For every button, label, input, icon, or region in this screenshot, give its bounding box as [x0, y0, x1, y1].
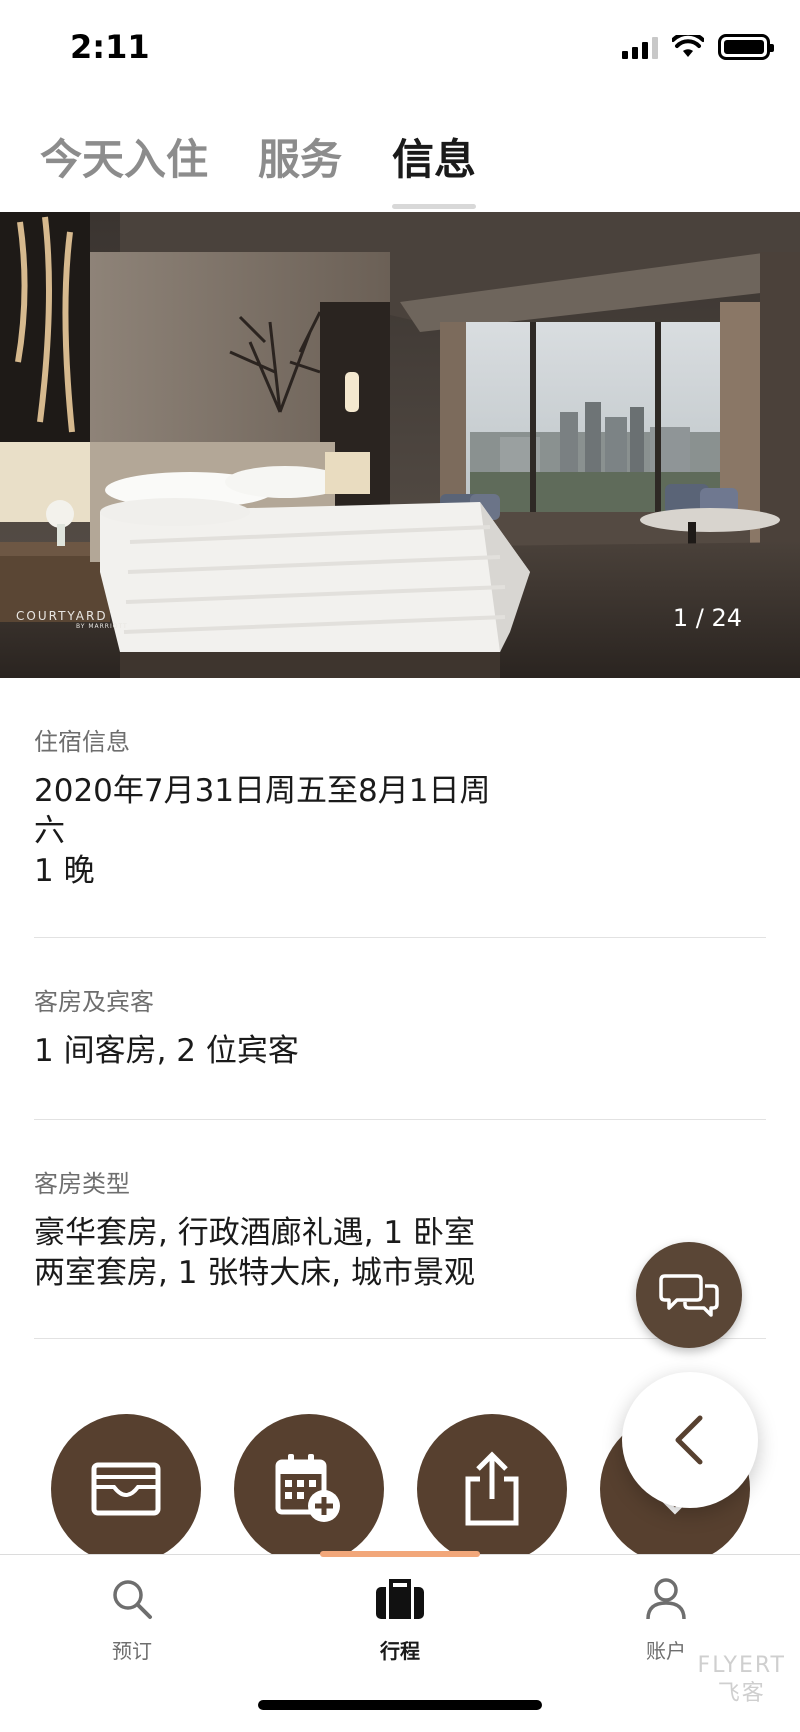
status-bar: 2:11: [0, 0, 800, 100]
stay-dates-line2: 六: [34, 813, 65, 849]
tab-check-in-today[interactable]: 今天入住: [40, 126, 208, 201]
rooms-guests-label: 客房及宾客: [34, 988, 154, 1016]
calendar-add-icon: [275, 1454, 340, 1522]
chat-bubbles-icon: [659, 1274, 719, 1317]
share-icon: [465, 1451, 519, 1526]
stay-dates-line1: 2020年7月31日周五至8月1日周: [34, 773, 491, 809]
search-icon: [113, 1580, 152, 1619]
battery-icon: [718, 34, 774, 60]
nights-count: 1 晚: [34, 853, 95, 889]
status-time: 2:11: [70, 28, 150, 66]
nav-item-account[interactable]: 账户: [606, 1577, 726, 1664]
collapse-button[interactable]: [622, 1372, 758, 1508]
divider: [34, 1119, 766, 1120]
tab-services[interactable]: 服务: [258, 126, 342, 201]
tab-info[interactable]: 信息: [392, 126, 477, 209]
wallet-button[interactable]: [51, 1414, 201, 1564]
nav-label-itinerary: 行程: [380, 1639, 420, 1663]
top-tabs: 今天入住 服务 信息: [40, 126, 477, 209]
nav-item-itinerary[interactable]: 行程: [340, 1577, 460, 1664]
status-icons: [622, 34, 774, 60]
nav-label-booking: 预订: [112, 1639, 152, 1663]
rooms-guests-section: 客房及宾客 1 间客房, 2 位宾客: [34, 982, 766, 1071]
wallet-icon: [91, 1462, 161, 1516]
room-photo-carousel[interactable]: COURTYARD BY MARRIOTT 1 / 24: [0, 212, 800, 678]
stay-dates: 2020年7月31日周五至8月1日周 六 1 晚: [34, 771, 766, 891]
hotel-brand-logo: COURTYARD BY MARRIOTT: [16, 609, 128, 630]
person-icon: [646, 1578, 686, 1620]
stay-info-label: 住宿信息: [34, 728, 130, 756]
cellular-signal-icon: [622, 35, 658, 59]
nav-item-booking[interactable]: 预订: [72, 1577, 192, 1664]
share-button[interactable]: [417, 1414, 567, 1564]
wifi-icon: [672, 35, 704, 57]
stay-info-section: 住宿信息 2020年7月31日周五至8月1日周 六 1 晚: [34, 722, 766, 891]
rooms-guests-value: 1 间客房, 2 位宾客: [34, 1033, 299, 1069]
watermark: FLYERT 飞客: [697, 1653, 786, 1706]
room-type-label: 客房类型: [34, 1170, 130, 1198]
room-type-line1: 豪华套房, 行政酒廊礼遇, 1 卧室: [34, 1215, 475, 1251]
add-to-calendar-button[interactable]: [234, 1414, 384, 1564]
briefcase-icon: [376, 1579, 424, 1619]
photo-counter: 1 / 24: [672, 604, 742, 632]
chat-button[interactable]: [636, 1242, 742, 1348]
divider: [34, 1338, 766, 1339]
home-indicator[interactable]: [258, 1700, 542, 1710]
nav-active-indicator: [320, 1551, 480, 1557]
chevron-left-icon: [675, 1415, 703, 1465]
divider: [34, 937, 766, 938]
